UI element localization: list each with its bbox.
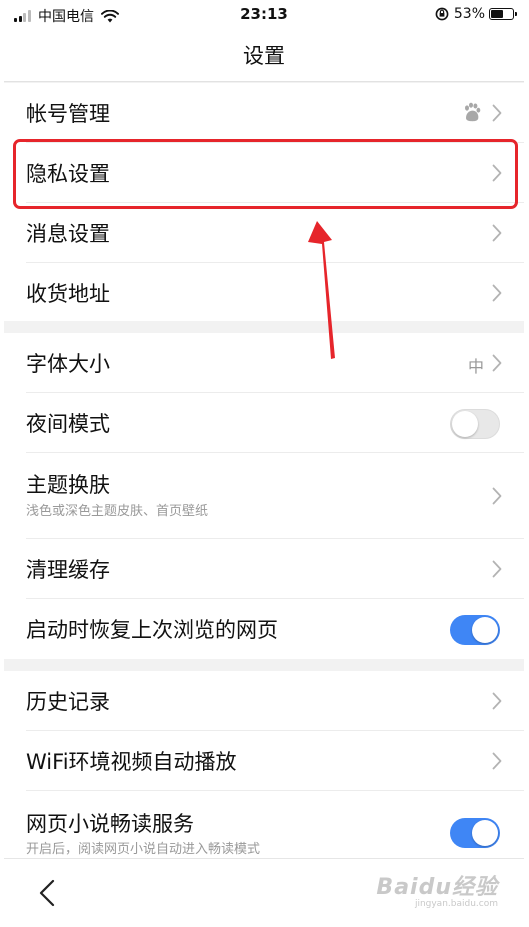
- chevron-right-icon: [492, 487, 502, 505]
- row-label: 夜间模式: [26, 412, 110, 436]
- chevron-right-icon: [492, 104, 502, 122]
- settings-row-font-size[interactable]: 字体大小 中: [4, 333, 524, 393]
- row-label: WiFi环境视频自动播放: [26, 750, 237, 774]
- rotation-lock-icon: [435, 7, 449, 21]
- chevron-right-icon: [492, 354, 502, 372]
- chevron-right-icon: [492, 560, 502, 578]
- toggle-knob: [472, 820, 498, 846]
- row-label: 清理缓存: [26, 558, 110, 582]
- battery-percent: 53%: [453, 6, 485, 22]
- row-label: 主题换肤: [26, 473, 110, 497]
- settings-row-wifi-autoplay[interactable]: WiFi环境视频自动播放: [4, 731, 524, 791]
- row-label: 历史记录: [26, 690, 110, 714]
- settings-row-account[interactable]: 帐号管理: [4, 83, 524, 143]
- row-label: 网页小说畅读服务: [26, 812, 194, 836]
- battery-level: [491, 10, 504, 18]
- settings-group-browsing: 历史记录 WiFi环境视频自动播放 网页小说畅读服务 开启后，阅读网页小说自动进…: [4, 671, 524, 858]
- row-label: 收货地址: [26, 282, 110, 306]
- settings-row-clear-cache[interactable]: 清理缓存: [4, 539, 524, 599]
- row-label: 消息设置: [26, 222, 110, 246]
- row-label: 启动时恢复上次浏览的网页: [26, 618, 278, 642]
- night-mode-toggle[interactable]: [450, 409, 500, 439]
- battery-icon: [489, 8, 517, 20]
- settings-row-messages[interactable]: 消息设置: [4, 203, 524, 263]
- row-label: 帐号管理: [26, 102, 110, 126]
- chevron-right-icon: [492, 752, 502, 770]
- font-size-value: 中: [467, 357, 484, 376]
- chevron-right-icon: [492, 692, 502, 710]
- settings-row-history[interactable]: 历史记录: [4, 671, 524, 731]
- row-subtitle: 浅色或深色主题皮肤、首页壁纸: [26, 504, 209, 519]
- highlight-box: [13, 139, 518, 209]
- watermark: Baidu经验 jingyan.baidu.com: [376, 869, 498, 909]
- chevron-right-icon: [492, 284, 502, 302]
- settings-row-novel-reader: 网页小说畅读服务 开启后，阅读网页小说自动进入畅读模式: [4, 791, 524, 858]
- settings-row-restore-pages: 启动时恢复上次浏览的网页: [4, 599, 524, 659]
- back-arrow-icon[interactable]: [38, 879, 56, 907]
- toggle-knob: [452, 411, 478, 437]
- chevron-right-icon: [492, 224, 502, 242]
- restore-pages-toggle[interactable]: [450, 615, 500, 645]
- settings-row-theme[interactable]: 主题换肤 浅色或深色主题皮肤、首页壁纸: [4, 453, 524, 539]
- page-title: 设置: [243, 44, 285, 68]
- status-right: 53%: [435, 6, 517, 22]
- row-label: 字体大小: [26, 352, 110, 376]
- baidu-paw-icon: [465, 102, 481, 122]
- bottom-toolbar: Baidu经验 jingyan.baidu.com: [4, 858, 524, 927]
- navigation-bar: 设置: [4, 30, 524, 82]
- novel-reader-toggle[interactable]: [450, 818, 500, 848]
- settings-group-display: 字体大小 中 夜间模式 主题换肤 浅色或深色主题皮肤、首页壁纸 清理缓存 启动时…: [4, 333, 524, 659]
- row-subtitle: 开启后，阅读网页小说自动进入畅读模式: [26, 842, 261, 857]
- settings-row-night-mode: 夜间模式: [4, 393, 524, 453]
- settings-row-address[interactable]: 收货地址: [4, 263, 524, 323]
- watermark-logo: Baidu经验: [376, 875, 498, 900]
- toggle-knob: [472, 617, 498, 643]
- status-bar: 中国电信 23:13 53%: [4, 0, 524, 30]
- settings-screen: 中国电信 23:13 53% 设置 帐号管理 隐私设置 消息设置 收货地址 字体…: [4, 0, 524, 927]
